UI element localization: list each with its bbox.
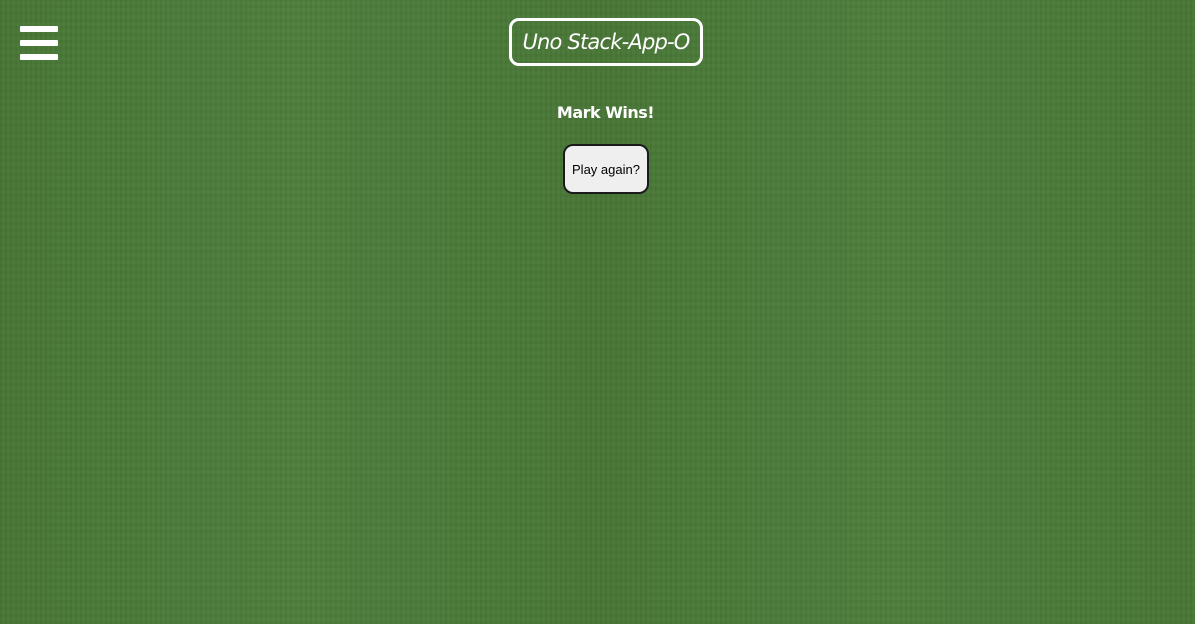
menu-bar-middle: [20, 40, 58, 46]
result-message: Mark Wins!: [556, 103, 655, 122]
hamburger-menu-icon[interactable]: [20, 26, 58, 60]
app-title-box: Uno Stack-App-O: [509, 18, 703, 66]
menu-bar-bottom: [20, 54, 58, 60]
play-again-button[interactable]: Play again?: [563, 144, 649, 194]
app-title: Uno Stack-App-O: [522, 30, 690, 54]
menu-bar-top: [20, 26, 58, 32]
